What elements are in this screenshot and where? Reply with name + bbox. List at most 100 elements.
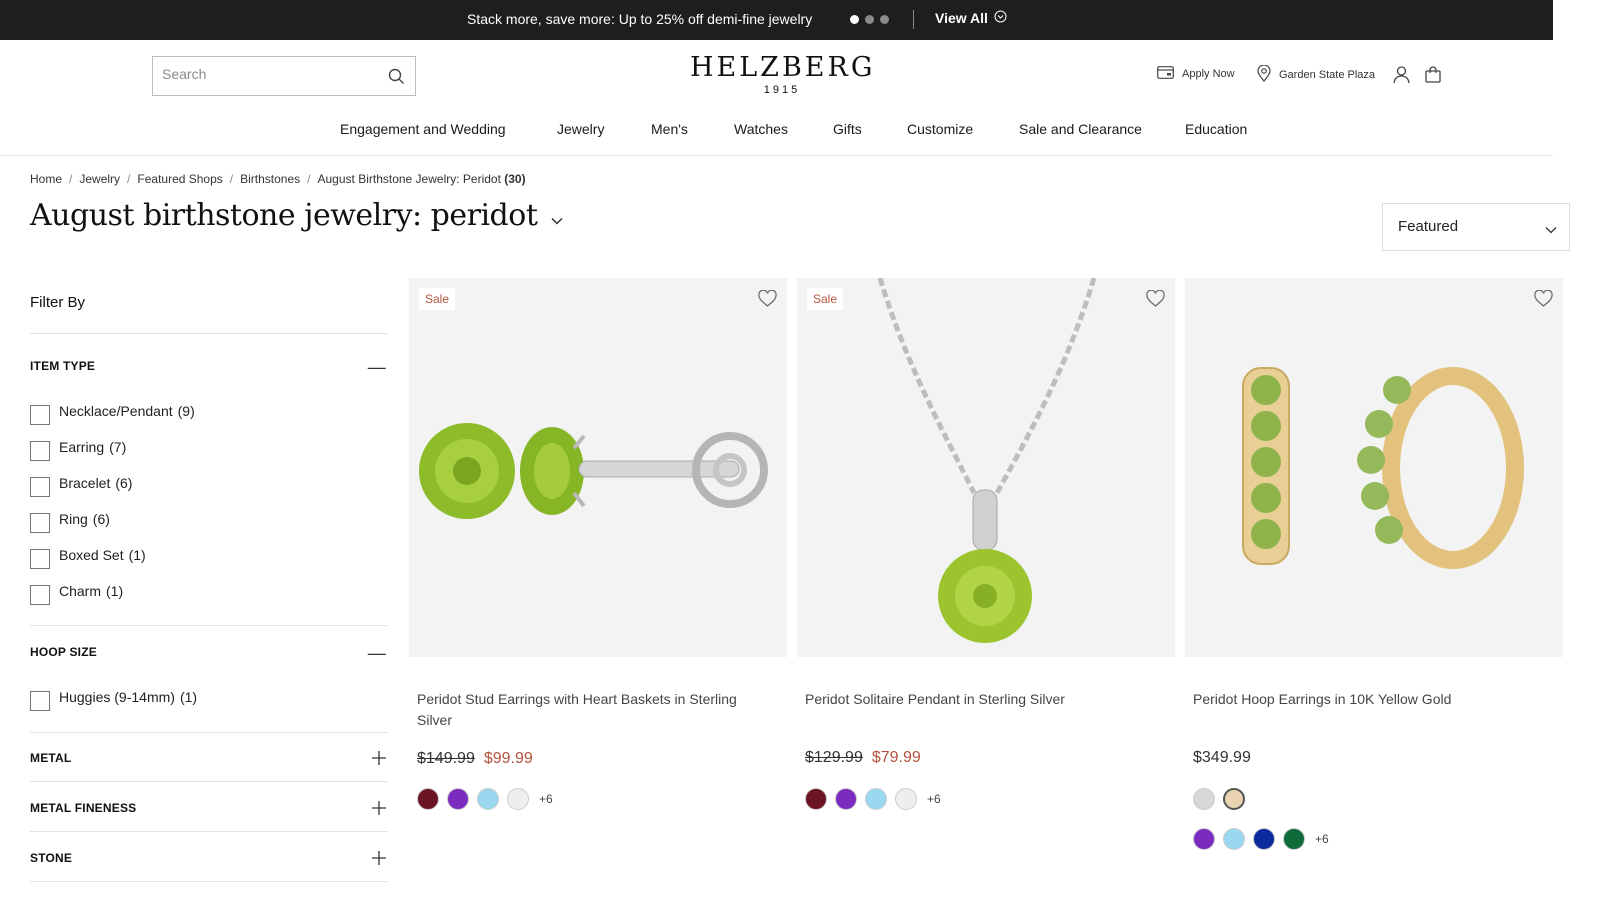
checkbox[interactable] [30,513,50,533]
stud-earrings-illustration [419,423,768,519]
expand-plus-icon[interactable] [372,749,386,770]
breadcrumb-separator: / [307,172,311,186]
filter-option-boxed-set[interactable]: Boxed Set (1) [30,546,146,569]
expand-plus-icon[interactable] [372,849,386,870]
swatch-emerald[interactable] [1283,828,1305,850]
sale-badge: Sale [807,288,844,310]
search-icon[interactable] [388,68,405,90]
more-swatches[interactable]: +6 [539,792,553,806]
nav-item-mens[interactable]: Men's [651,121,688,137]
breadcrumb-home[interactable]: Home [30,172,62,186]
filter-option-earring[interactable]: Earring (7) [30,438,126,461]
product-price: $349.99 [1193,749,1251,767]
heart-icon[interactable] [1534,289,1553,312]
nav-item-sale-clearance[interactable]: Sale and Clearance [1019,121,1142,137]
product-image[interactable] [1185,278,1563,657]
product-card: Peridot Hoop Earrings in 10K Yellow Gold… [1185,278,1563,878]
checkbox[interactable] [30,549,50,569]
filter-section-metal-fineness[interactable]: METAL FINENESS [30,801,386,815]
nav-item-watches[interactable]: Watches [734,121,788,137]
filter-option-label: Bracelet [59,475,111,491]
store-locator-link[interactable]: Garden State Plaza [1257,64,1375,85]
swatch-yellow-gold[interactable] [1223,788,1245,810]
expand-plus-icon[interactable] [372,799,386,820]
product-image[interactable]: Sale [797,278,1175,657]
promo-dot-1[interactable] [850,15,859,24]
swatch-sapphire[interactable] [1253,828,1275,850]
breadcrumb-birthstones[interactable]: Birthstones [240,172,300,186]
swatch-blue-topaz[interactable] [477,788,499,810]
swatch-blue-topaz[interactable] [1223,828,1245,850]
swatch-amethyst[interactable] [835,788,857,810]
product-image[interactable]: Sale [409,278,787,657]
product-name[interactable]: Peridot Solitaire Pendant in Sterling Si… [805,689,1155,710]
nav-item-jewelry[interactable]: Jewelry [557,121,604,137]
more-swatches[interactable]: +6 [1315,832,1329,846]
breadcrumb-jewelry[interactable]: Jewelry [79,172,120,186]
swatch-white-topaz[interactable] [507,788,529,810]
swatch-blue-topaz[interactable] [865,788,887,810]
sale-price: $79.99 [871,749,921,766]
checkbox[interactable] [30,441,50,461]
filter-section-item-type[interactable]: ITEM TYPE — [30,357,386,377]
search-box[interactable] [152,56,416,96]
nav-item-gifts[interactable]: Gifts [833,121,862,137]
map-pin-icon [1257,64,1271,85]
swatch-amethyst[interactable] [447,788,469,810]
nav-item-engagement-wedding[interactable]: Engagement and Wedding [340,121,506,137]
search-input[interactable] [162,66,377,82]
swatch-amethyst[interactable] [1193,828,1215,850]
filter-section-label: ITEM TYPE [30,359,96,373]
product-name[interactable]: Peridot Stud Earrings with Heart Baskets… [417,689,767,731]
breadcrumb-featured-shops[interactable]: Featured Shops [137,172,222,186]
filter-section-metal[interactable]: METAL [30,751,386,765]
filter-option-ring[interactable]: Ring (6) [30,510,110,533]
checkbox[interactable] [30,585,50,605]
promo-carousel-dots[interactable] [850,15,889,24]
filter-section-label: HOOP SIZE [30,645,97,659]
promo-dot-3[interactable] [880,15,889,24]
filter-option-label: Ring [59,511,88,527]
nav-item-education[interactable]: Education [1185,121,1247,137]
filter-divider [30,831,388,832]
original-price: $129.99 [805,749,863,766]
product-card: Sale Peridot Stud Earrings with Heart Ba… [409,278,787,878]
filter-option-charm[interactable]: Charm (1) [30,582,123,605]
product-name[interactable]: Peridot Hoop Earrings in 10K Yellow Gold [1193,689,1543,710]
filter-section-label: METAL FINENESS [30,801,137,815]
filter-divider [30,732,388,733]
apply-now-link[interactable]: Apply Now [1157,66,1235,82]
heart-icon[interactable] [758,289,777,312]
more-swatches[interactable]: +6 [927,792,941,806]
filter-section-hoop-size[interactable]: HOOP SIZE — [30,643,386,663]
filter-option-necklace-pendant[interactable]: Necklace/Pendant (9) [30,402,195,425]
chevron-down-icon[interactable] [551,198,563,233]
stone-swatches: +6 [805,788,941,810]
collapse-minus-icon[interactable]: — [368,357,386,378]
helzberg-logo[interactable]: HELZBERG 1915 [690,54,874,97]
filter-section-stone[interactable]: STONE [30,851,386,865]
filter-option-huggies[interactable]: Huggies (9-14mm) (1) [30,688,197,711]
swatch-garnet[interactable] [417,788,439,810]
sort-dropdown[interactable]: Featured [1382,203,1570,251]
swatch-white-topaz[interactable] [895,788,917,810]
filter-option-count: (6) [92,511,110,527]
shopping-bag-icon[interactable] [1425,66,1441,88]
heart-icon[interactable] [1146,289,1165,312]
swatch-garnet[interactable] [805,788,827,810]
filter-option-bracelet[interactable]: Bracelet (6) [30,474,132,497]
page-title[interactable]: August birthstone jewelry: peridot [30,198,563,233]
nav-item-customize[interactable]: Customize [907,121,973,137]
promo-dot-2[interactable] [865,15,874,24]
filter-option-label: Huggies (9-14mm) [59,689,175,705]
filter-option-count: (1) [128,547,146,563]
view-all-link[interactable]: View All [935,10,1007,26]
account-icon[interactable] [1393,66,1410,89]
swatch-white-gold[interactable] [1193,788,1215,810]
collapse-minus-icon[interactable]: — [368,643,386,664]
checkbox[interactable] [30,691,50,711]
chevron-down-icon [1545,221,1557,239]
result-count: (30) [504,172,526,186]
checkbox[interactable] [30,477,50,497]
checkbox[interactable] [30,405,50,425]
